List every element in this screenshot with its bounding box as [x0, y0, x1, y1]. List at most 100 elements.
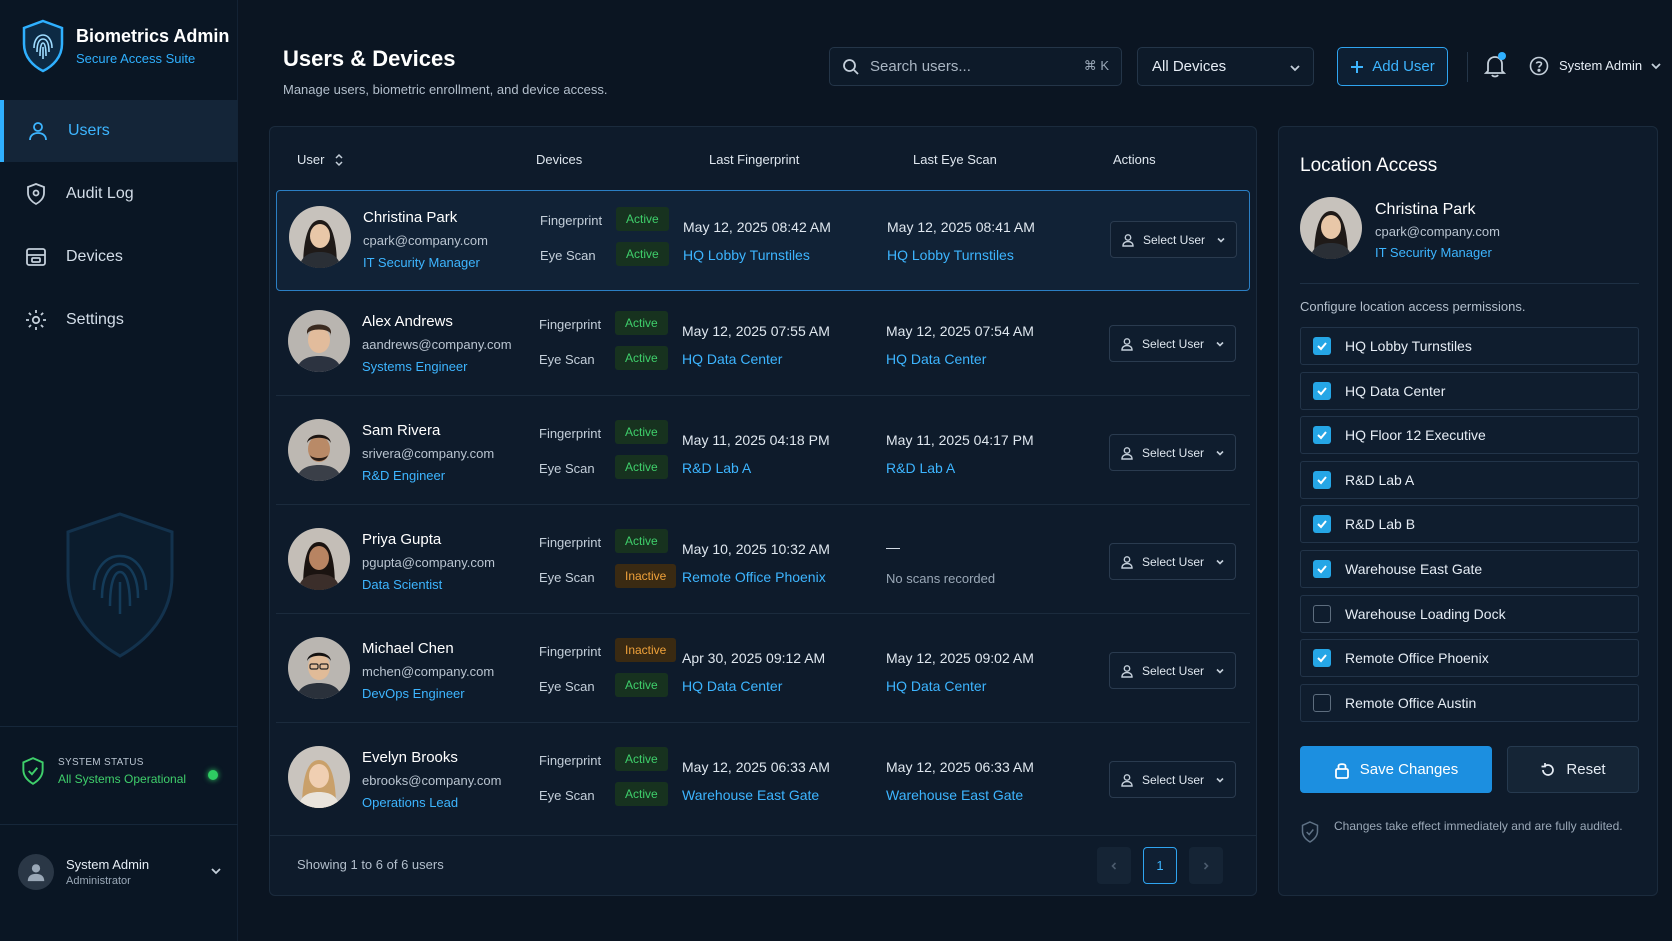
eye-scan-location-link[interactable]: HQ Data Center	[886, 351, 986, 367]
location-label: R&D Lab B	[1345, 516, 1416, 533]
save-changes-button[interactable]: Save Changes	[1300, 746, 1492, 793]
reset-button[interactable]: Reset	[1507, 746, 1639, 793]
eye-scan-location-link[interactable]: R&D Lab A	[886, 460, 955, 476]
eye-scan-location-link[interactable]: HQ Data Center	[886, 678, 986, 694]
chevron-down-icon	[1216, 777, 1224, 783]
select-user-button[interactable]: Select User	[1109, 652, 1236, 689]
location-checkbox-row[interactable]: R&D Lab A	[1300, 460, 1639, 499]
fingerprint-location-link[interactable]: Warehouse East Gate	[682, 787, 819, 803]
panel-note-text: Changes take effect immediately and are …	[1334, 819, 1623, 833]
select-user-label: Select User	[1142, 663, 1205, 678]
search-input[interactable]	[870, 58, 1070, 75]
device-filter-value: All Devices	[1152, 58, 1227, 75]
location-checkbox-row[interactable]: HQ Data Center	[1300, 371, 1639, 410]
avatar	[288, 528, 350, 590]
user-name: Evelyn Brooks	[362, 749, 458, 766]
column-header-user[interactable]: User	[297, 152, 344, 167]
admin-menu[interactable]: System Admin	[1559, 58, 1662, 73]
user-photo	[288, 419, 350, 481]
device-filter-select[interactable]: All Devices	[1137, 47, 1314, 86]
shield-fingerprint-watermark-icon	[66, 512, 174, 658]
panel-description: Configure location access permissions.	[1300, 299, 1526, 314]
eye-scan-status-badge: Inactive	[615, 564, 677, 588]
checkbox[interactable]	[1313, 649, 1331, 668]
table-row[interactable]: Sam Rivera srivera@company.com R&D Engin…	[276, 404, 1250, 505]
sidebar-item-settings[interactable]: Settings	[0, 289, 238, 351]
checkbox[interactable]	[1313, 693, 1331, 712]
fingerprint-location-link[interactable]: HQ Data Center	[682, 351, 782, 367]
sidebar-divider	[0, 726, 238, 727]
pagination-next-button[interactable]	[1189, 847, 1223, 884]
user-photo	[288, 746, 350, 808]
eye-scan-location-link[interactable]: Warehouse East Gate	[886, 787, 1023, 803]
select-user-label: Select User	[1142, 772, 1205, 787]
fingerprint-location-link[interactable]: Remote Office Phoenix	[682, 569, 826, 585]
add-user-button[interactable]: Add User	[1337, 47, 1448, 86]
reset-icon	[1541, 762, 1555, 776]
select-user-button[interactable]: Select User	[1109, 434, 1236, 471]
checkbox[interactable]	[1313, 337, 1331, 355]
user-icon	[1121, 664, 1133, 678]
checkbox[interactable]	[1313, 381, 1331, 400]
select-user-button[interactable]: Select User	[1109, 761, 1236, 798]
fingerprint-location-link[interactable]: HQ Lobby Turnstiles	[683, 247, 810, 263]
help-icon[interactable]	[1529, 56, 1549, 76]
column-header-last-eye-scan: Last Eye Scan	[913, 152, 997, 167]
user-role: Operations Lead	[362, 795, 459, 810]
select-user-label: Select User	[1142, 336, 1205, 351]
eye-scan-time: —	[886, 539, 900, 555]
save-changes-label: Save Changes	[1359, 761, 1459, 778]
eye-scan-label: Eye Scan	[539, 679, 595, 694]
location-checkbox-row[interactable]: Warehouse East Gate	[1300, 550, 1639, 588]
pagination-page-button[interactable]: 1	[1143, 847, 1177, 884]
sidebar-item-audit-log[interactable]: Audit Log	[0, 163, 238, 225]
search-icon	[843, 58, 859, 75]
user-role: IT Security Manager	[363, 255, 480, 270]
select-user-button[interactable]: Select User	[1109, 543, 1236, 580]
column-header-last-fingerprint: Last Fingerprint	[709, 152, 800, 167]
sidebar-user-menu[interactable]: System Admin Administrator	[18, 854, 223, 890]
location-checkbox-row[interactable]: Warehouse Loading Dock	[1300, 594, 1639, 633]
table-row[interactable]: Evelyn Brooks ebrooks@company.com Operat…	[276, 731, 1250, 832]
table-row[interactable]: Alex Andrews aandrews@company.com System…	[276, 295, 1250, 396]
select-user-button[interactable]: Select User	[1109, 325, 1236, 362]
sort-icon	[335, 153, 343, 166]
fingerprint-label: Fingerprint	[539, 753, 602, 768]
fingerprint-location-link[interactable]: R&D Lab A	[682, 460, 751, 476]
checkbox[interactable]	[1313, 560, 1331, 578]
user-role: R&D Engineer	[362, 468, 446, 483]
panel-user-name: Christina Park	[1375, 201, 1476, 218]
eye-scan-time: May 11, 2025 04:17 PM	[886, 432, 1034, 448]
select-user-button[interactable]: Select User	[1110, 221, 1237, 258]
checkbox[interactable]	[1313, 426, 1331, 445]
checkbox[interactable]	[1313, 604, 1331, 623]
location-checkbox-row[interactable]: Remote Office Phoenix	[1300, 639, 1639, 678]
location-checkbox-row[interactable]: HQ Lobby Turnstiles	[1300, 327, 1639, 365]
user-email: ebrooks@company.com	[362, 773, 502, 788]
location-checkbox-row[interactable]: Remote Office Austin	[1300, 683, 1639, 722]
sidebar-item-users[interactable]: Users	[0, 100, 238, 162]
panel-note: Changes take effect immediately and are …	[1300, 817, 1630, 844]
sidebar-item-devices[interactable]: Devices	[0, 226, 238, 288]
checkbox[interactable]	[1313, 515, 1331, 534]
checkbox[interactable]	[1313, 470, 1331, 489]
eye-scan-label: Eye Scan	[539, 788, 595, 803]
location-checkbox-row[interactable]: R&D Lab B	[1300, 505, 1639, 544]
shield-check-icon	[22, 757, 44, 785]
brand-title: Biometrics Admin	[76, 26, 230, 46]
location-label: R&D Lab A	[1345, 471, 1415, 488]
sidebar-user-role: Administrator	[66, 875, 131, 887]
eye-scan-location-link[interactable]: HQ Lobby Turnstiles	[887, 247, 1014, 263]
check-icon	[1317, 654, 1327, 663]
fingerprint-location-link[interactable]: HQ Data Center	[682, 678, 782, 694]
eye-scan-status-badge: Active	[615, 346, 668, 370]
fingerprint-time: Apr 30, 2025 09:12 AM	[682, 650, 826, 666]
table-row[interactable]: Priya Gupta pgupta@company.com Data Scie…	[276, 513, 1250, 614]
table-row[interactable]: Christina Park cpark@company.com IT Secu…	[276, 190, 1250, 291]
location-checkbox-row[interactable]: HQ Floor 12 Executive	[1300, 416, 1639, 455]
chevron-down-icon	[1216, 341, 1224, 347]
page-title: Users & Devices	[283, 46, 456, 71]
table-row[interactable]: Michael Chen mchen@company.com DevOps En…	[276, 622, 1250, 723]
eye-scan-status-badge: Active	[615, 782, 668, 806]
pagination-prev-button[interactable]	[1097, 847, 1131, 884]
